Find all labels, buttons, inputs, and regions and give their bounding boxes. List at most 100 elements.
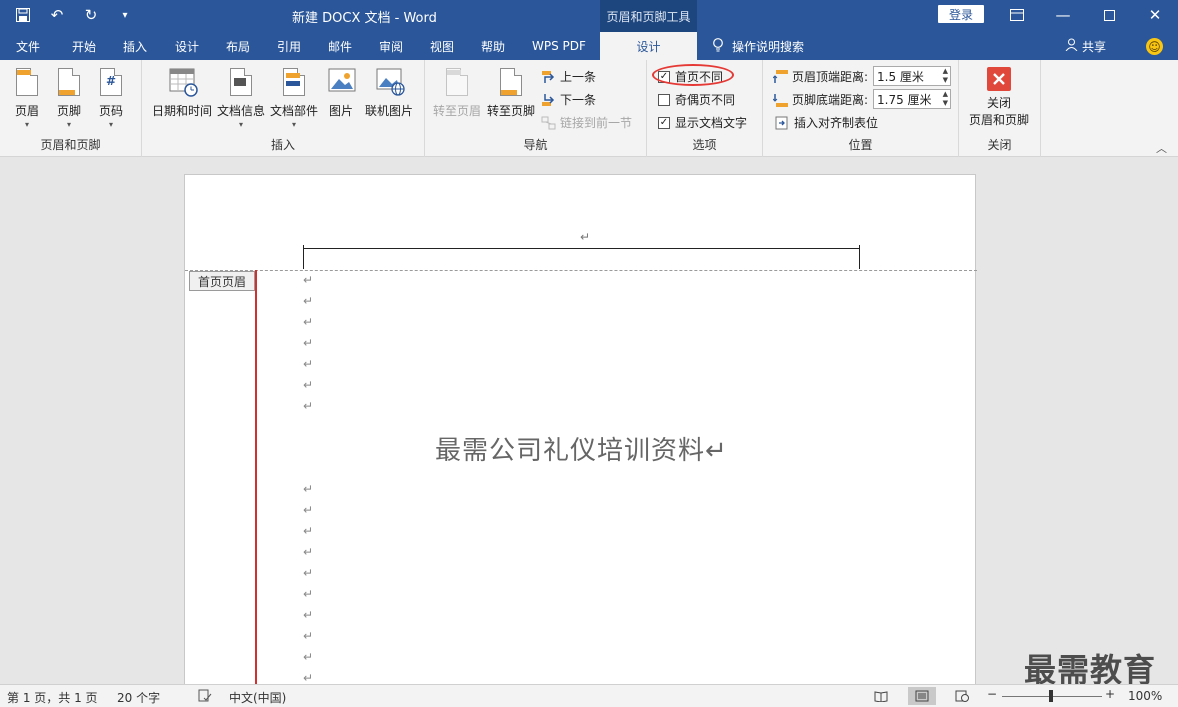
header-paragraph-mark[interactable]: ↵ <box>580 230 590 244</box>
ribbon-display-options-icon[interactable] <box>994 2 1040 28</box>
group-header-footer: 页眉 ▾ 页脚 ▾ # 页码 ▾ 页眉和页脚 <box>0 60 142 157</box>
goto-header-button[interactable]: 转至页眉 <box>433 66 481 119</box>
picture-icon <box>328 66 356 98</box>
next-button[interactable]: 下一条 <box>541 91 596 108</box>
close-window-icon[interactable]: ✕ <box>1132 2 1178 28</box>
paragraph-mark[interactable]: ↵ <box>303 294 313 308</box>
tab-file[interactable]: 文件 <box>16 32 40 60</box>
tab-insert[interactable]: 插入 <box>123 32 147 60</box>
document-page[interactable]: ↵ 首页页眉 ↵ ↵ ↵ ↵ ↵ ↵ ↵ ↵ ↵ ↵ ↵ ↵ ↵ ↵ ↵ ↵ ↵ 最需公司礼仪培训资料↵ <box>184 174 977 684</box>
header-distance-icon <box>772 69 788 84</box>
paragraph-mark[interactable]: ↵ <box>303 587 313 601</box>
tab-help[interactable]: 帮助 <box>481 32 505 60</box>
group-close: 关闭 页眉和页脚 关闭 <box>959 60 1041 157</box>
login-button[interactable]: 登录 <box>938 5 984 23</box>
minimize-icon[interactable]: — <box>1040 2 1086 28</box>
paragraph-mark[interactable]: ↵ <box>303 650 313 664</box>
web-layout-icon[interactable] <box>948 687 976 705</box>
document-title: 新建 DOCX 文档 - Word <box>292 11 437 26</box>
close-header-footer-button[interactable]: 关闭 页眉和页脚 <box>969 66 1029 128</box>
tell-me-search[interactable]: 操作说明搜索 <box>712 32 804 60</box>
zoom-level[interactable]: 100% <box>1128 689 1162 703</box>
spin-arrows-icon[interactable]: ▲ ▼ <box>943 67 948 85</box>
tab-view[interactable]: 视图 <box>430 32 454 60</box>
print-layout-icon[interactable] <box>908 687 936 705</box>
feedback-smiley-icon[interactable]: ☺ <box>1146 38 1163 55</box>
paragraph-mark[interactable]: ↵ <box>303 671 313 684</box>
ribbon-tabs: 文件 开始 插入 设计 布局 引用 邮件 审阅 视图 帮助 WPS PDF 设计… <box>0 32 1178 60</box>
paragraph-mark[interactable]: ↵ <box>303 336 313 350</box>
paragraph-mark[interactable]: ↵ <box>303 357 313 371</box>
check-icon: ✓ <box>658 116 670 129</box>
paragraph-mark[interactable]: ↵ <box>303 482 313 496</box>
paragraph-mark[interactable]: ↵ <box>303 315 313 329</box>
tab-wps-pdf[interactable]: WPS PDF <box>532 32 586 60</box>
undo-icon[interactable]: ↶ <box>44 4 70 26</box>
zoom-in-icon[interactable]: + <box>1105 687 1115 701</box>
group-label-position: 位置 <box>848 138 873 152</box>
highlight-circle <box>652 64 734 86</box>
show-document-text-checkbox[interactable]: ✓ 显示文档文字 <box>658 114 747 131</box>
date-time-button[interactable]: 日期和时间 <box>152 66 212 119</box>
tab-mailings[interactable]: 邮件 <box>328 32 352 60</box>
goto-footer-button[interactable]: 转至页脚 <box>487 66 535 119</box>
revision-bar <box>255 270 257 684</box>
title-bar: ↶ ↻ ▾ 新建 DOCX 文档 - Word 页眉和页脚工具 登录 — ✕ <box>0 0 1178 32</box>
footer-bottom-distance-input[interactable]: 1.75 厘米 ▲ ▼ <box>873 89 951 109</box>
maximize-icon[interactable] <box>1086 2 1132 28</box>
quick-access-toolbar: ↶ ↻ ▾ <box>10 4 138 26</box>
chevron-down-icon: ▾ <box>66 120 71 129</box>
header-icon <box>14 66 40 98</box>
paragraph-mark[interactable]: ↵ <box>303 503 313 517</box>
paragraph-mark[interactable]: ↵ <box>303 629 313 643</box>
previous-button[interactable]: 上一条 <box>541 68 596 85</box>
share-button[interactable]: 共享 <box>1065 32 1106 60</box>
page-number-button[interactable]: # 页码 ▾ <box>98 66 124 129</box>
tab-layout[interactable]: 布局 <box>226 32 250 60</box>
paragraph-mark[interactable]: ↵ <box>303 524 313 538</box>
collapse-ribbon-icon[interactable]: ︿ <box>1156 140 1167 156</box>
picture-button[interactable]: 图片 <box>328 66 356 119</box>
header-top-distance-input[interactable]: 1.5 厘米 ▲ ▼ <box>873 66 951 86</box>
quick-parts-button[interactable]: 文档部件 ▾ <box>270 66 318 129</box>
person-icon <box>1065 38 1078 54</box>
word-count[interactable]: 20 个字 <box>117 689 160 706</box>
tab-home[interactable]: 开始 <box>72 32 96 60</box>
redo-icon[interactable]: ↻ <box>78 4 104 26</box>
tab-hf-design[interactable]: 设计 <box>600 32 697 60</box>
header-boundary <box>185 270 977 271</box>
header-button[interactable]: 页眉 ▾ <box>14 66 40 129</box>
doc-info-button[interactable]: 文档信息 ▾ <box>217 66 265 129</box>
first-page-header-tag: 首页页眉 <box>189 271 255 291</box>
paragraph-mark[interactable]: ↵ <box>303 378 313 392</box>
insert-alignment-tab-button[interactable]: 插入对齐制表位 <box>775 114 878 131</box>
paragraph-mark[interactable]: ↵ <box>303 545 313 559</box>
paragraph-mark[interactable]: ↵ <box>303 273 313 287</box>
page-count[interactable]: 第 1 页，共 1 页 <box>7 689 98 706</box>
quick-parts-icon <box>281 66 307 98</box>
proofing-icon[interactable] <box>198 689 212 705</box>
customize-toolbar-icon[interactable]: ▾ <box>112 4 138 26</box>
link-previous-button[interactable]: 链接到前一节 <box>541 114 632 131</box>
group-label-close: 关闭 <box>987 138 1012 152</box>
different-odd-even-checkbox[interactable]: 奇偶页不同 <box>658 91 735 108</box>
document-heading[interactable]: 最需公司礼仪培训资料↵ <box>435 430 728 467</box>
group-position: 页眉顶端距离: 1.5 厘米 ▲ ▼ 页脚底端距离: 1.75 厘米 ▲ ▼ 插入对… <box>763 60 959 157</box>
header-margin-left <box>303 245 304 269</box>
tab-review[interactable]: 审阅 <box>379 32 403 60</box>
group-label-insert: 插入 <box>270 138 295 152</box>
footer-bottom-distance-label: 页脚底端距离: <box>772 91 868 108</box>
online-picture-button[interactable]: 联机图片 <box>365 66 413 119</box>
paragraph-mark[interactable]: ↵ <box>303 608 313 622</box>
tab-references[interactable]: 引用 <box>277 32 301 60</box>
zoom-out-icon[interactable]: − <box>987 687 997 701</box>
save-icon[interactable] <box>10 4 36 26</box>
zoom-slider-thumb[interactable] <box>1049 690 1053 702</box>
paragraph-mark[interactable]: ↵ <box>303 399 313 413</box>
spin-arrows-icon[interactable]: ▲ ▼ <box>943 90 948 108</box>
footer-button[interactable]: 页脚 ▾ <box>56 66 82 129</box>
paragraph-mark[interactable]: ↵ <box>303 566 313 580</box>
read-mode-icon[interactable] <box>867 687 895 705</box>
tab-design-doc[interactable]: 设计 <box>175 32 199 60</box>
language[interactable]: 中文(中国) <box>229 689 286 706</box>
